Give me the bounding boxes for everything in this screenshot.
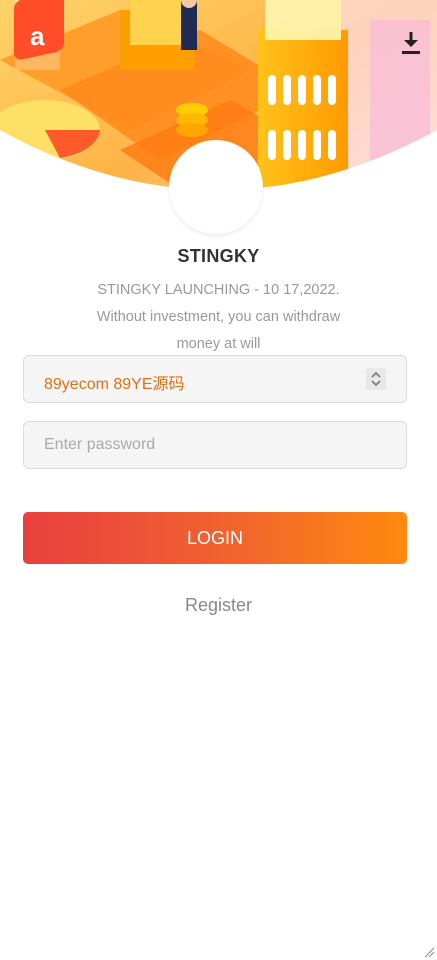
svg-text:a: a xyxy=(30,21,45,51)
chevron-up-down-icon xyxy=(366,368,386,390)
account-select-value: 89yecom 89YE源码 xyxy=(44,376,185,393)
avatar xyxy=(169,140,263,234)
login-button[interactable]: LOGIN xyxy=(23,512,407,564)
download-icon xyxy=(402,32,420,54)
account-select[interactable]: 89yecom 89YE源码 xyxy=(23,355,407,403)
download-button[interactable] xyxy=(399,30,423,56)
brand-name: STINGKY xyxy=(177,246,260,266)
password-input[interactable] xyxy=(24,422,406,468)
resize-grip-icon xyxy=(424,947,435,958)
password-field[interactable] xyxy=(23,421,407,469)
brand-description: STINGKY LAUNCHING - 10 17,2022. Without … xyxy=(96,282,341,352)
register-link[interactable]: Register xyxy=(0,595,437,616)
